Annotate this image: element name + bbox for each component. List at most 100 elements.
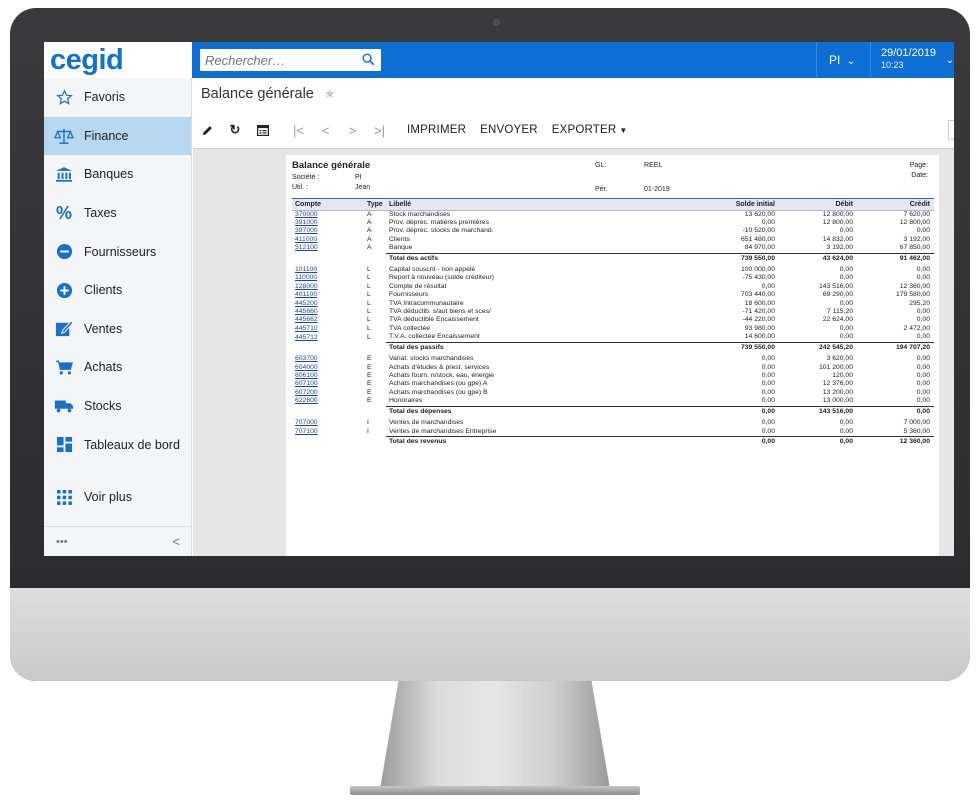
sidebar-item-tableaux-de-bord[interactable]: Tableaux de bord [44,425,191,464]
account-link[interactable]: 607100 [292,380,364,388]
next-page-icon[interactable]: > [339,123,366,138]
account-link[interactable]: 604000 [292,364,364,372]
sidebar-item-taxes[interactable]: % Taxes [44,194,191,233]
account-link[interactable]: 370000 [292,210,364,219]
toolbar-search-edge[interactable] [948,120,954,140]
print-button[interactable]: IMPRIMER [407,124,466,136]
account-link[interactable]: 606100 [292,372,364,380]
sidebar-item-label: Fournisseurs [84,244,157,259]
account-type: A [367,218,372,226]
refresh-icon[interactable]: ↻ [221,122,249,138]
debit-amount: 0,00 [839,324,853,332]
search-box[interactable] [200,49,381,71]
sidebar-item-stocks[interactable]: Stocks [44,387,191,426]
total-label: Total des passifs [386,341,701,353]
search-icon[interactable] [362,53,375,66]
previous-page-icon[interactable]: < [312,123,339,138]
account-link[interactable]: 445712 [292,333,364,342]
edit-icon [54,319,74,339]
business-time: 10:23 [881,60,904,70]
export-label: EXPORTER [551,124,617,136]
sidebar: Favoris Finance Banques % Taxes Fourniss… [44,78,192,556]
first-page-icon[interactable]: |< [285,123,312,138]
logo-area[interactable]: cegid [44,42,192,78]
account-label: TVA collectée [389,324,431,332]
minus-circle-icon [54,242,74,262]
cegid-logo[interactable]: cegid [50,42,124,78]
more-options-icon[interactable]: ••• [56,536,68,548]
sidebar-item-ventes[interactable]: Ventes [44,310,191,349]
account-link[interactable]: 445660 [292,308,364,316]
account-label: Achats d'études & prest. services [389,363,490,371]
blank-cell [292,342,364,352]
col-account: Compte [292,199,364,211]
chevron-down-icon: ⌄ [846,56,856,67]
account-link[interactable]: 622600 [292,397,364,406]
account-link[interactable]: 445200 [292,300,364,308]
sidebar-item-voir-plus[interactable]: Voir plus [44,478,191,517]
account-link[interactable]: 707000 [292,419,364,427]
sidebar-item-label: Ventes [84,321,123,336]
last-page-icon[interactable]: >| [366,123,393,138]
total-label: Total des revenus [386,435,701,447]
blank-cell [364,342,386,352]
caret-down-icon: ▼ [619,126,628,135]
account-type: L [367,291,371,299]
account-link[interactable]: 110000 [292,274,364,282]
sidebar-item-label: Clients [84,283,123,298]
table-row: 445712 L T.V.A. collectée Encaissement 14 6… [292,333,934,342]
account-link[interactable]: 445662 [292,316,364,324]
credit-amount: 0,00 [916,355,930,363]
credit-amount: 0,00 [916,308,930,316]
account-label: Variat. stocks marchandises [389,355,474,363]
sidebar-item-fournisseurs[interactable]: Fournisseurs [44,232,191,271]
account-link[interactable]: 603700 [292,355,364,363]
account-type: E [367,397,372,405]
debit-amount: 12 800,00 [822,218,853,226]
account-type: L [367,274,371,282]
section-total-row: Total des actifs 739 550,00 43 624,00 91 46… [292,252,934,264]
sidebar-item-favoris[interactable]: Favoris [44,78,191,117]
parameters-icon[interactable] [249,124,277,136]
account-type: E [367,363,372,371]
sidebar-item-achats[interactable]: Achats [44,348,191,387]
collapse-sidebar-icon[interactable]: < [172,534,180,549]
opening-balance: 0,00 [761,427,775,435]
credit-amount: 0,00 [916,274,930,282]
company-selector[interactable]: PI ⌄ [816,42,868,78]
account-link[interactable]: 391000 [292,219,364,227]
search-input[interactable] [200,49,350,71]
table-row: 707000 I Ventes de marchandises 0,00 0,00 7 0… [292,419,934,427]
credit-amount: 0,00 [916,227,930,235]
sidebar-item-banques[interactable]: Banques [44,155,191,194]
account-type: L [367,324,371,332]
send-button[interactable]: ENVOYER [480,124,538,136]
debit-amount: 143 516,00 [818,282,853,290]
debit-amount: 0,00 [839,333,853,341]
report-title: Balance générale [292,160,371,171]
stand-neck [380,681,610,789]
favorite-star-icon[interactable]: ★ [324,86,336,102]
edit-pencil-icon[interactable] [193,125,221,136]
export-button[interactable]: EXPORTER ▼ [552,124,628,136]
account-link[interactable]: 397000 [292,227,364,235]
business-date-selector[interactable]: 29/01/2019 10:23 ⌄ [870,42,954,78]
credit-amount: 7 000,00 [903,419,930,427]
account-link[interactable]: 707100 [292,428,364,437]
sidebar-item-finance[interactable]: Finance [44,116,191,156]
account-link[interactable]: 512100 [292,244,364,253]
blank-cell [292,406,364,416]
credit-amount: 0,00 [916,372,930,379]
account-link[interactable]: 401100 [292,291,364,299]
sidebar-item-label: Voir plus [84,490,132,505]
trial-balance-table: Compte Type Libellé Solde initial Débit … [292,199,934,447]
account-link[interactable]: 101100 [292,266,364,274]
account-link[interactable]: 445710 [292,325,364,333]
truck-icon [54,396,74,416]
account-link[interactable]: 128000 [292,283,364,291]
account-link[interactable]: 607200 [292,389,364,397]
bank-icon [54,164,74,184]
total-credit: 194 707,20 [857,341,934,353]
sidebar-item-clients[interactable]: Clients [44,271,191,310]
account-link[interactable]: 411000 [292,236,364,244]
